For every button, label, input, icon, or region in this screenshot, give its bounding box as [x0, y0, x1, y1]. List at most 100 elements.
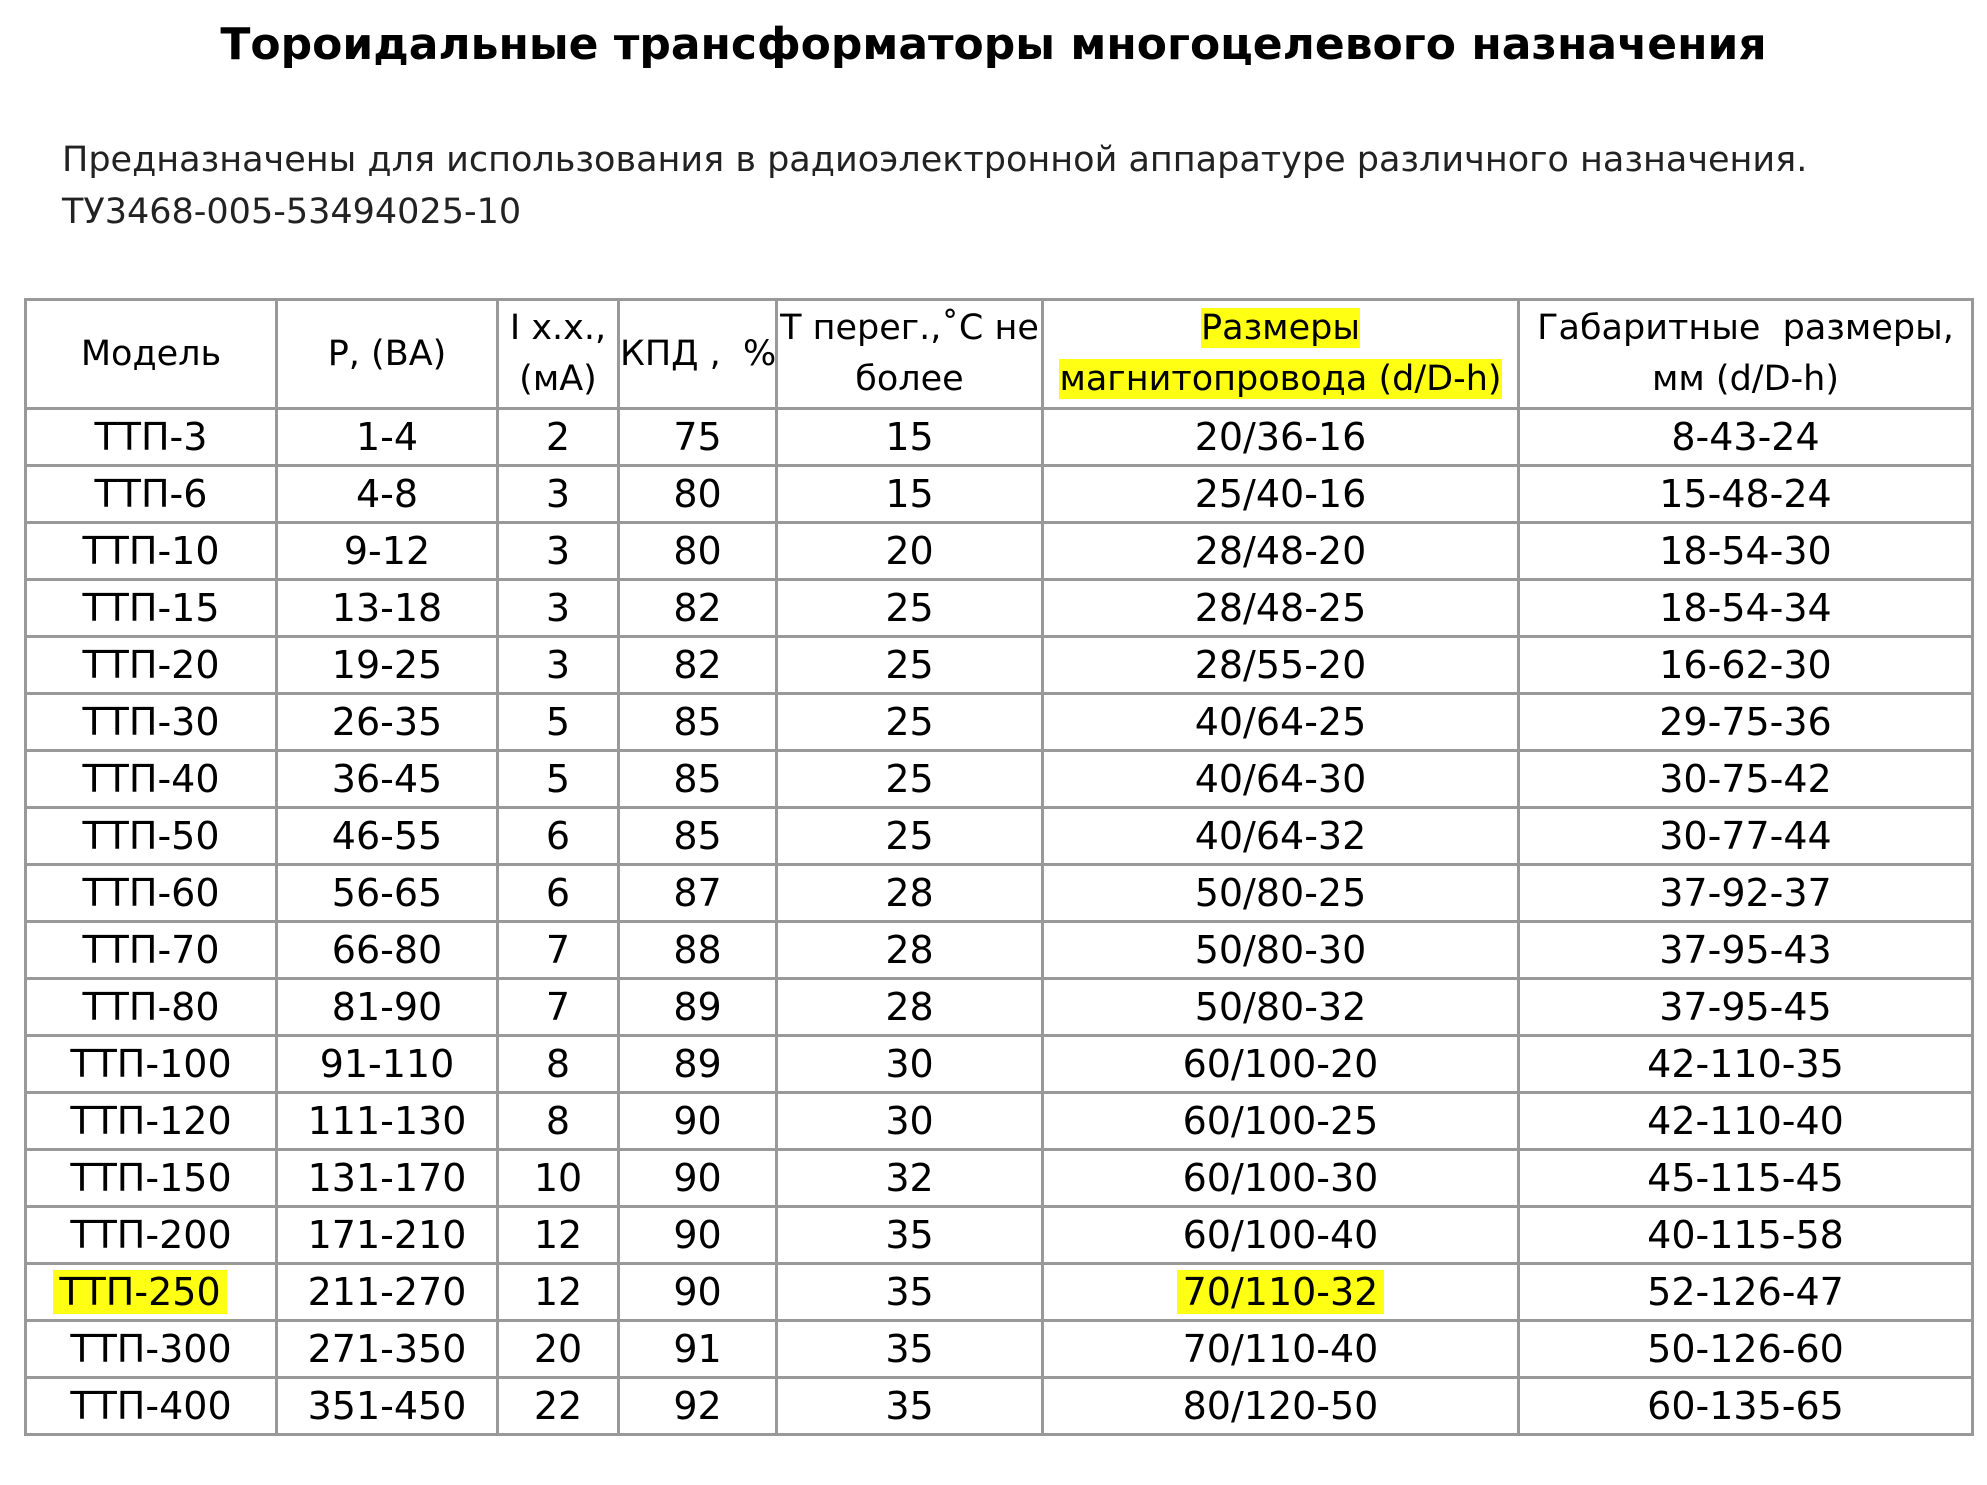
cell-model: ТТП-80: [24, 977, 278, 1037]
cell-core-size-text: 60/100-20: [1182, 1042, 1379, 1086]
cell-overall-size: 30-77-44: [1517, 806, 1974, 866]
cell-power: 13-18: [275, 578, 499, 638]
cell-core-size: 60/100-40: [1041, 1205, 1520, 1265]
cell-idle-current: 3: [496, 578, 620, 638]
header-overall-size-line2: мм (d/D-h): [1651, 359, 1839, 399]
cell-idle-current-text: 3: [545, 472, 571, 516]
cell-overall-size-text: 45-115-45: [1647, 1156, 1844, 1200]
cell-efficiency-text: 92: [673, 1384, 722, 1428]
cell-overheat: 30: [775, 1034, 1044, 1094]
highlighted-core-size: 70/110-32: [1176, 1270, 1385, 1314]
cell-efficiency: 85: [617, 806, 778, 866]
cell-idle-current-text: 7: [545, 985, 571, 1029]
cell-overall-size: 16-62-30: [1517, 635, 1974, 695]
cell-overheat: 35: [775, 1262, 1044, 1322]
cell-power: 171-210: [275, 1205, 499, 1265]
cell-efficiency-text: 90: [673, 1270, 722, 1314]
cell-core-size: 50/80-30: [1041, 920, 1520, 980]
table-body: ТТП-3 1-4 2 75 15 20/36-16 8-43-24 ТТП-6 4-8 3 80 1…: [24, 407, 1974, 1436]
page-title: Тороидальные трансформаторы многоцелевог…: [220, 19, 1767, 70]
header-overall-size-line1: Габаритные размеры,: [1537, 308, 1954, 348]
cell-power-text: 66-80: [331, 928, 443, 972]
cell-core-size: 70/110-32: [1041, 1262, 1520, 1322]
cell-overheat-text: 25: [885, 586, 934, 630]
cell-overheat-text: 32: [885, 1156, 934, 1200]
cell-overheat: 30: [775, 1091, 1044, 1151]
cell-overheat: 15: [775, 407, 1044, 467]
table-row: ТТП-3 1-4 2 75 15 20/36-16 8-43-24: [24, 407, 1974, 467]
cell-power-text: 171-210: [307, 1213, 467, 1257]
cell-power-text: 36-45: [331, 757, 443, 801]
cell-overheat: 25: [775, 749, 1044, 809]
cell-core-size: 40/64-25: [1041, 692, 1520, 752]
cell-model: ТТП-200: [24, 1205, 278, 1265]
cell-core-size: 40/64-30: [1041, 749, 1520, 809]
cell-power: 81-90: [275, 977, 499, 1037]
table-row: ТТП-400 351-450 22 92 35 80/120-50 60-135-65: [24, 1376, 1974, 1436]
cell-core-size: 70/110-40: [1041, 1319, 1520, 1379]
table-header: Модель P, (ВА) I х.х., (мА) КПД , % Т пе…: [24, 298, 1974, 410]
cell-model-text: ТТП-200: [70, 1213, 232, 1257]
table-row: ТТП-70 66-80 7 88 28 50/80-30 37-95-43: [24, 920, 1974, 980]
cell-model-text: ТТП-3: [94, 415, 208, 459]
cell-core-size: 60/100-30: [1041, 1148, 1520, 1208]
cell-overheat-text: 35: [885, 1213, 934, 1257]
cell-idle-current-text: 6: [545, 814, 571, 858]
cell-overall-size-text: 50-126-60: [1647, 1327, 1844, 1371]
cell-power: 91-110: [275, 1034, 499, 1094]
cell-idle-current-text: 2: [545, 415, 571, 459]
cell-power: 1-4: [275, 407, 499, 467]
cell-model: ТТП-15: [24, 578, 278, 638]
table-row: ТТП-10 9-12 3 80 20 28/48-20 18-54-30: [24, 521, 1974, 581]
cell-efficiency-text: 90: [673, 1156, 722, 1200]
cell-efficiency-text: 89: [673, 985, 722, 1029]
cell-idle-current: 7: [496, 977, 620, 1037]
cell-overall-size: 50-126-60: [1517, 1319, 1974, 1379]
cell-idle-current: 22: [496, 1376, 620, 1436]
cell-power-text: 351-450: [307, 1384, 467, 1428]
cell-idle-current: 5: [496, 692, 620, 752]
cell-idle-current-text: 22: [533, 1384, 583, 1428]
cell-model: ТТП-400: [24, 1376, 278, 1436]
cell-idle-current-text: 8: [545, 1099, 571, 1143]
table-row: ТТП-15 13-18 3 82 25 28/48-25 18-54-34: [24, 578, 1974, 638]
cell-idle-current-text: 5: [545, 757, 571, 801]
header-overall-size: Габаритные размеры, мм (d/D-h): [1517, 298, 1974, 410]
cell-model: ТТП-10: [24, 521, 278, 581]
cell-efficiency: 90: [617, 1262, 778, 1322]
cell-power: 36-45: [275, 749, 499, 809]
cell-overheat: 35: [775, 1205, 1044, 1265]
cell-overheat: 25: [775, 692, 1044, 752]
cell-model: ТТП-40: [24, 749, 278, 809]
cell-efficiency: 89: [617, 1034, 778, 1094]
cell-idle-current: 7: [496, 920, 620, 980]
cell-overheat: 20: [775, 521, 1044, 581]
cell-overheat-text: 30: [885, 1099, 934, 1143]
cell-overheat-text: 25: [885, 814, 934, 858]
cell-overall-size-text: 15-48-24: [1659, 472, 1832, 516]
cell-idle-current-text: 5: [545, 700, 571, 744]
header-core-size: Размеры магнитопровода (d/D-h): [1041, 298, 1520, 410]
cell-power: 66-80: [275, 920, 499, 980]
cell-overall-size-text: 42-110-35: [1647, 1042, 1844, 1086]
cell-model-text: ТТП-400: [70, 1384, 232, 1428]
cell-model: ТТП-60: [24, 863, 278, 923]
table-row: ТТП-50 46-55 6 85 25 40/64-32 30-77-44: [24, 806, 1974, 866]
cell-overheat-text: 15: [885, 415, 934, 459]
cell-model: ТТП-150: [24, 1148, 278, 1208]
cell-idle-current: 8: [496, 1091, 620, 1151]
table-row: ТТП-300 271-350 20 91 35 70/110-40 50-126-60: [24, 1319, 1974, 1379]
cell-overall-size: 60-135-65: [1517, 1376, 1974, 1436]
cell-model: ТТП-3: [24, 407, 278, 467]
cell-efficiency: 89: [617, 977, 778, 1037]
cell-idle-current-text: 7: [545, 928, 571, 972]
cell-core-size-text: 28/48-25: [1194, 586, 1367, 630]
description-spec-code: ТУ3468-005-53494025-10: [62, 192, 522, 232]
cell-power: 271-350: [275, 1319, 499, 1379]
cell-efficiency-text: 89: [673, 1042, 722, 1086]
cell-efficiency-text: 85: [673, 814, 722, 858]
cell-efficiency-text: 82: [673, 643, 722, 687]
cell-overall-size-text: 18-54-34: [1659, 586, 1832, 630]
header-overheat: Т перег.,˚С не более: [775, 298, 1044, 410]
cell-overall-size-text: 8-43-24: [1671, 415, 1820, 459]
